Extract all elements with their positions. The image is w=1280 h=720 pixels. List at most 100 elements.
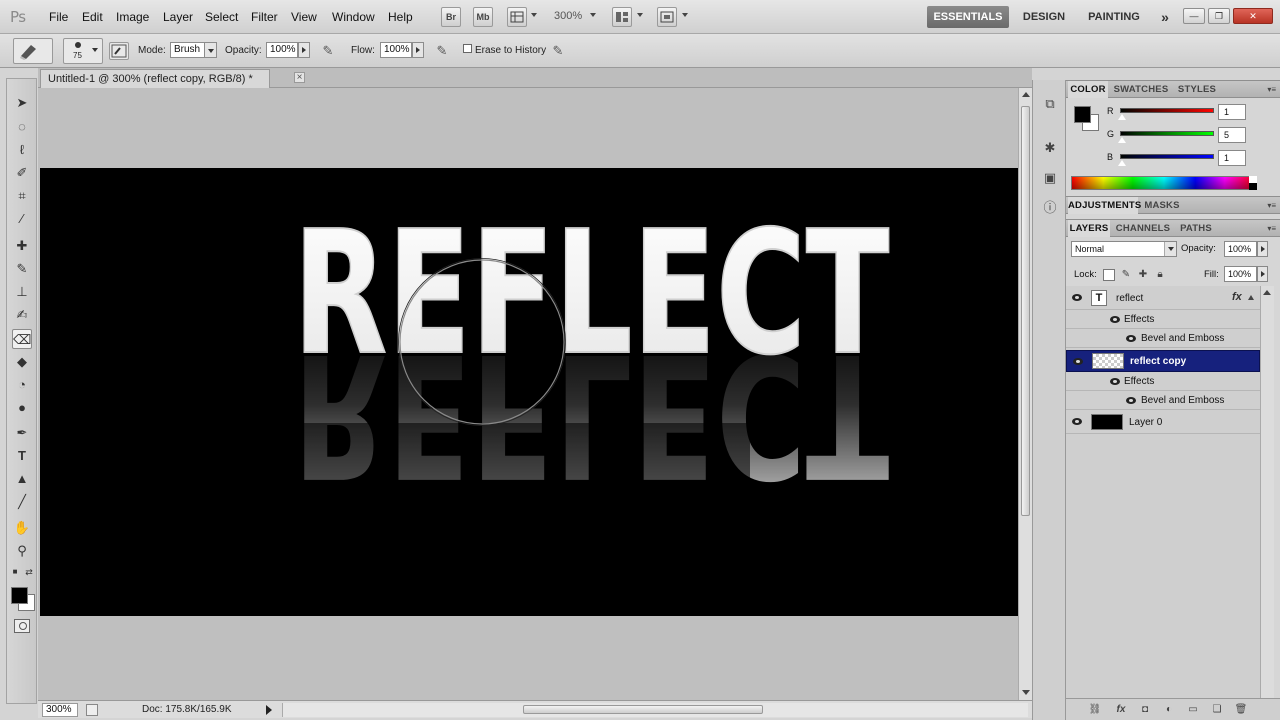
swap-colors-icon[interactable]: ⇄ bbox=[23, 566, 35, 578]
lock-transparent-pixels-icon[interactable] bbox=[1103, 269, 1115, 281]
new-group-icon[interactable]: ▭ bbox=[1186, 703, 1200, 717]
minimize-window-icon[interactable]: — bbox=[1183, 8, 1205, 24]
pen-tool-icon[interactable]: ✒ bbox=[12, 423, 32, 443]
menu-layer[interactable]: Layer bbox=[163, 10, 193, 24]
history-brush-tool-icon[interactable]: ✍ bbox=[12, 305, 32, 325]
workspace-essentials[interactable]: ESSENTIALS bbox=[927, 6, 1009, 28]
restore-window-icon[interactable]: ❐ bbox=[1208, 8, 1230, 24]
tool-preset-picker[interactable] bbox=[13, 38, 53, 64]
color-panel-menu-icon[interactable]: ▾≡ bbox=[1267, 85, 1276, 94]
eraser-tool-icon[interactable]: ⌫ bbox=[12, 329, 32, 349]
menu-help[interactable]: Help bbox=[388, 10, 413, 24]
flow-input[interactable]: 100% bbox=[380, 42, 412, 58]
delete-layer-icon[interactable]: 🗑︎ bbox=[1234, 703, 1248, 717]
view-extras-button[interactable] bbox=[507, 7, 527, 27]
move-tool-icon[interactable]: ➤ bbox=[12, 93, 32, 113]
view-extras-dropdown-icon[interactable] bbox=[531, 13, 537, 17]
brush-preset-picker[interactable]: 75 bbox=[63, 38, 103, 64]
menu-window[interactable]: Window bbox=[332, 10, 375, 24]
navigator-panel-icon[interactable]: ✱ bbox=[1040, 138, 1060, 158]
screen-mode-dropdown-icon[interactable] bbox=[682, 13, 688, 17]
workspace-design[interactable]: DESIGN bbox=[1015, 6, 1073, 28]
status-zoom-field[interactable]: 300% bbox=[42, 703, 78, 717]
link-layers-icon[interactable]: ⛓ bbox=[1088, 703, 1102, 717]
menu-filter[interactable]: Filter bbox=[251, 10, 278, 24]
color-spectrum-ramp[interactable] bbox=[1071, 176, 1257, 190]
mode-dropdown-icon[interactable] bbox=[204, 42, 217, 58]
add-layer-style-icon[interactable]: fx bbox=[1114, 703, 1128, 717]
layer-effect-bevel-row[interactable]: Bevel and Emboss bbox=[1066, 391, 1260, 410]
history-panel-icon[interactable]: ⧉ bbox=[1040, 94, 1060, 114]
blend-mode-select[interactable]: Normal bbox=[1071, 241, 1177, 257]
arrange-documents-button[interactable] bbox=[612, 7, 632, 27]
default-colors-icon[interactable]: ■ bbox=[9, 566, 21, 578]
tab-layers[interactable]: LAYERS bbox=[1068, 220, 1110, 237]
layers-scroll-up-icon[interactable] bbox=[1263, 290, 1271, 295]
new-adjustment-layer-icon[interactable]: ◐ bbox=[1162, 703, 1176, 717]
bevel-visibility-eye-icon[interactable] bbox=[1126, 397, 1136, 404]
green-slider-knob[interactable] bbox=[1118, 137, 1126, 143]
blue-value-input[interactable]: 1 bbox=[1218, 150, 1246, 166]
add-layer-mask-icon[interactable]: ◘ bbox=[1138, 703, 1152, 717]
red-slider-knob[interactable] bbox=[1118, 114, 1126, 120]
new-layer-icon[interactable]: ❏ bbox=[1210, 703, 1224, 717]
eyedropper-tool-icon[interactable]: ⁄ bbox=[12, 209, 32, 229]
vertical-scroll-thumb[interactable] bbox=[1021, 106, 1030, 516]
status-menu-arrow-icon[interactable] bbox=[266, 705, 272, 715]
layer-effect-bevel-row[interactable]: Bevel and Emboss bbox=[1066, 329, 1260, 348]
canvas[interactable]: REFLECT REFLECT bbox=[40, 168, 1018, 616]
crop-tool-icon[interactable]: ⌗ bbox=[12, 186, 32, 206]
bevel-visibility-eye-icon[interactable] bbox=[1126, 335, 1136, 342]
path-selection-tool-icon[interactable]: ▲ bbox=[12, 469, 32, 489]
zoom-tool-icon[interactable]: ⚲ bbox=[12, 541, 32, 561]
scroll-down-icon[interactable] bbox=[1022, 690, 1030, 695]
layer-visibility-eye-icon[interactable] bbox=[1072, 418, 1082, 425]
tab-styles[interactable]: STYLES bbox=[1174, 81, 1220, 98]
opacity-slider-toggle-icon[interactable] bbox=[298, 42, 310, 58]
mini-bridge-button[interactable]: Mb bbox=[473, 7, 493, 27]
layer-effects-row[interactable]: Effects bbox=[1066, 310, 1260, 329]
zoom-level[interactable]: 300% bbox=[554, 10, 582, 22]
layer-row-reflect[interactable]: T reflect fx bbox=[1066, 286, 1260, 310]
layers-scrollbar[interactable] bbox=[1260, 286, 1274, 698]
effects-visibility-eye-icon[interactable] bbox=[1110, 378, 1120, 385]
quick-mask-icon[interactable] bbox=[14, 619, 30, 633]
scroll-up-icon[interactable] bbox=[1022, 92, 1030, 97]
type-tool-icon[interactable]: T bbox=[12, 446, 32, 466]
status-info-icon[interactable] bbox=[86, 704, 98, 716]
tab-channels[interactable]: CHANNELS bbox=[1114, 220, 1172, 237]
quick-selection-tool-icon[interactable]: ✐ bbox=[12, 163, 32, 183]
layer-effects-row[interactable]: Effects bbox=[1066, 372, 1260, 391]
arrange-dropdown-icon[interactable] bbox=[637, 13, 643, 17]
opacity-input[interactable]: 100% bbox=[266, 42, 298, 58]
hand-tool-icon[interactable]: ✋ bbox=[12, 518, 32, 538]
pressure-size-icon[interactable]: ✎ bbox=[550, 43, 566, 59]
flow-slider-toggle-icon[interactable] bbox=[412, 42, 424, 58]
fill-slider-icon[interactable] bbox=[1257, 266, 1268, 282]
menu-file[interactable]: File bbox=[49, 10, 68, 24]
line-tool-icon[interactable]: ╱ bbox=[12, 492, 32, 512]
airbrush-icon[interactable]: ✎ bbox=[434, 43, 450, 59]
dodge-tool-icon[interactable]: ● bbox=[12, 398, 32, 418]
menu-view[interactable]: View bbox=[291, 10, 317, 24]
histogram-panel-icon[interactable]: ▣ bbox=[1040, 168, 1060, 188]
layer-effects-fx-icon[interactable]: fx bbox=[1232, 291, 1242, 303]
red-slider[interactable] bbox=[1120, 108, 1214, 113]
healing-brush-tool-icon[interactable]: ✚ bbox=[12, 236, 32, 256]
lasso-tool-icon[interactable]: ℓ bbox=[12, 140, 32, 160]
red-value-input[interactable]: 1 bbox=[1218, 104, 1246, 120]
workspace-more-icon[interactable]: » bbox=[1155, 6, 1175, 28]
blue-slider[interactable] bbox=[1120, 154, 1214, 159]
effects-expand-arrow-icon[interactable] bbox=[1248, 295, 1254, 300]
effects-visibility-eye-icon[interactable] bbox=[1110, 316, 1120, 323]
paint-bucket-tool-icon[interactable]: ◆ bbox=[12, 352, 32, 372]
green-slider[interactable] bbox=[1120, 131, 1214, 136]
info-panel-icon[interactable]: ⓘ bbox=[1040, 198, 1060, 218]
tab-adjustments[interactable]: ADJUSTMENTS bbox=[1068, 197, 1141, 214]
color-fg-swatch[interactable] bbox=[1074, 106, 1091, 123]
blur-tool-icon[interactable]: ◔ bbox=[12, 375, 32, 395]
blend-mode-dropdown-icon[interactable] bbox=[1164, 242, 1176, 256]
menu-select[interactable]: Select bbox=[205, 10, 238, 24]
clone-stamp-tool-icon[interactable]: ⊥ bbox=[12, 282, 32, 302]
document-vertical-scrollbar[interactable] bbox=[1018, 88, 1032, 700]
